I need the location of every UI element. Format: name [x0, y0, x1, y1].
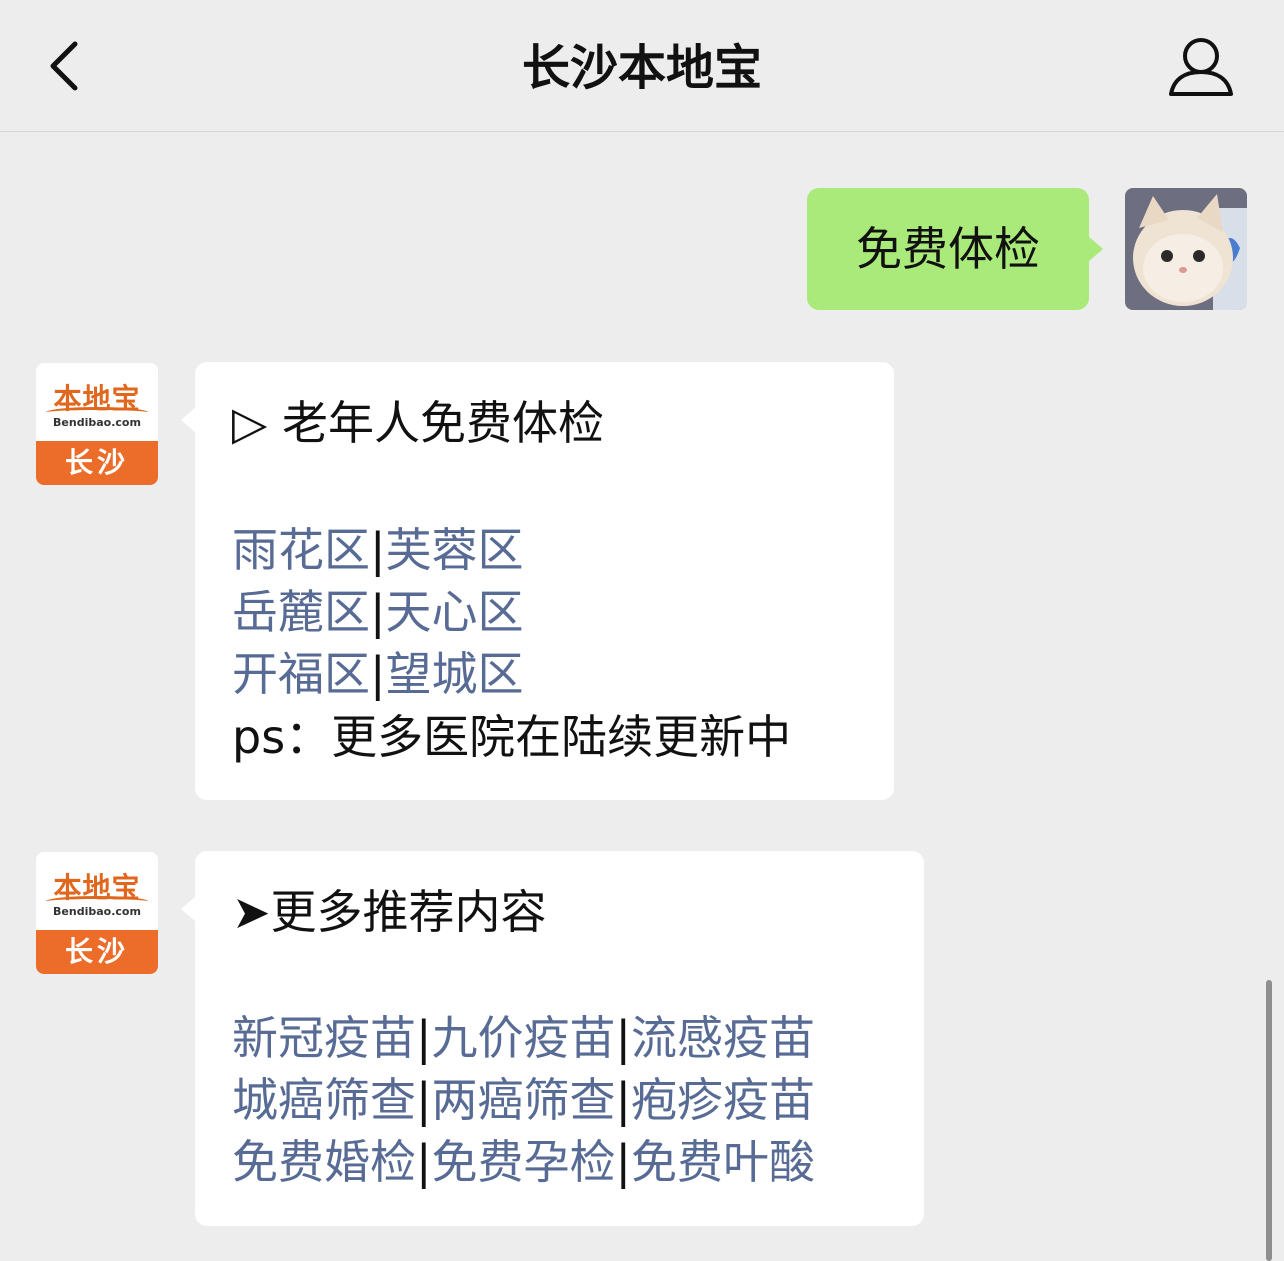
logo-domain-text: Bendibao.com	[53, 416, 141, 429]
separator: |	[615, 1011, 632, 1065]
link-row: 新冠疫苗|九价疫苗|流感疫苗	[232, 1007, 815, 1069]
person-icon	[1169, 38, 1233, 96]
profile-button[interactable]	[1168, 36, 1234, 100]
link-herpes-vaccine[interactable]: 疱疹疫苗	[631, 1073, 815, 1127]
link-covid-vaccine[interactable]: 新冠疫苗	[232, 1011, 416, 1065]
cat-avatar-image	[1125, 188, 1247, 310]
separator: |	[615, 1073, 632, 1127]
link-cancer-screening[interactable]: 城癌筛查	[232, 1073, 416, 1127]
bot-message-bubble: ➤更多推荐内容 新冠疫苗|九价疫苗|流感疫苗 城癌筛查|两癌筛查|疱疹疫苗 免费…	[195, 851, 924, 1226]
bot-message-bubble: ▷ 老年人免费体检 雨花区|芙蓉区 岳麓区|天心区 开福区|望城区 ps：更多医…	[195, 362, 894, 800]
link-free-prenatal-check[interactable]: 免费孕检	[432, 1135, 616, 1189]
link-flu-vaccine[interactable]: 流感疫苗	[631, 1011, 815, 1065]
scrollbar[interactable]	[1266, 980, 1272, 1261]
separator: |	[370, 585, 386, 639]
separator: |	[416, 1011, 432, 1065]
link-row: 岳麓区|天心区	[232, 581, 524, 643]
separator: |	[615, 1135, 632, 1189]
page-title: 长沙本地宝	[521, 40, 762, 96]
bot-avatar[interactable]: 本地宝 Bendibao.com 长沙	[36, 852, 158, 974]
user-message-bubble[interactable]: 免费体检	[807, 188, 1089, 310]
link-free-folic-acid[interactable]: 免费叶酸	[631, 1135, 815, 1189]
bot-bubble-tail	[181, 896, 196, 922]
link-row: 城癌筛查|两癌筛查|疱疹疫苗	[232, 1069, 815, 1131]
separator: |	[416, 1135, 432, 1189]
navigation-bar: 长沙本地宝	[0, 0, 1284, 132]
user-avatar[interactable]	[1125, 188, 1247, 310]
separator: |	[370, 523, 386, 577]
link-row: 免费婚检|免费孕检|免费叶酸	[232, 1131, 815, 1193]
separator: |	[416, 1073, 432, 1127]
logo-city-text: 长沙	[36, 930, 158, 974]
message-heading: ➤更多推荐内容	[232, 885, 547, 939]
message-note: ps：更多医院在陆续更新中	[232, 710, 792, 764]
link-yuelu[interactable]: 岳麓区	[232, 585, 370, 639]
logo-domain-text: Bendibao.com	[53, 905, 141, 918]
link-kaifu[interactable]: 开福区	[232, 647, 370, 701]
link-furong[interactable]: 芙蓉区	[386, 523, 524, 577]
link-wangcheng[interactable]: 望城区	[386, 647, 524, 701]
link-tianxin[interactable]: 天心区	[386, 585, 524, 639]
bendibao-logo: 本地宝 Bendibao.com 长沙	[36, 363, 158, 485]
user-bubble-tail	[1088, 236, 1103, 262]
link-free-premarital-check[interactable]: 免费婚检	[232, 1135, 416, 1189]
user-message-text: 免费体检	[856, 222, 1040, 276]
link-yuhua[interactable]: 雨花区	[232, 523, 370, 577]
link-row: 开福区|望城区	[232, 643, 524, 705]
message-heading: ▷ 老年人免费体检	[232, 396, 604, 450]
logo-city-text: 长沙	[36, 441, 158, 485]
link-row: 雨花区|芙蓉区	[232, 519, 524, 581]
bendibao-logo: 本地宝 Bendibao.com 长沙	[36, 852, 158, 974]
bot-bubble-tail	[181, 407, 196, 433]
separator: |	[370, 647, 386, 701]
bot-avatar[interactable]: 本地宝 Bendibao.com 长沙	[36, 363, 158, 485]
link-hpv9-vaccine[interactable]: 九价疫苗	[432, 1011, 616, 1065]
link-two-cancer-screening[interactable]: 两癌筛查	[432, 1073, 616, 1127]
